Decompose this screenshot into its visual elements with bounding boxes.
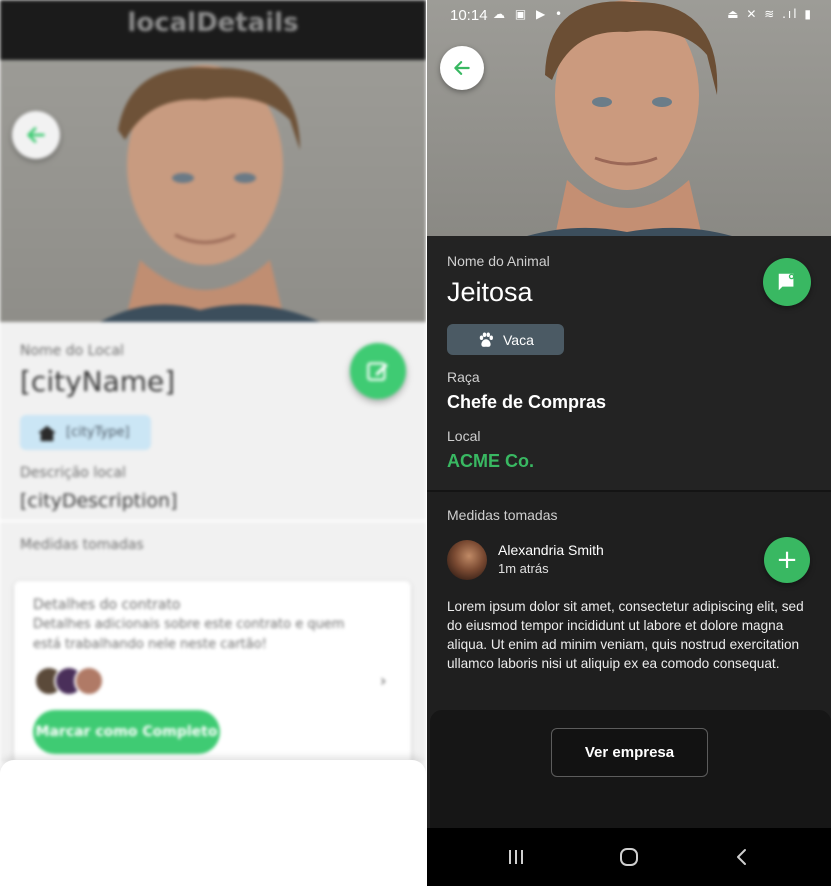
description-value: [cityDescription] bbox=[20, 490, 178, 512]
breed-label: Raça bbox=[447, 369, 480, 385]
mark-complete-button[interactable]: Marcar como Completo bbox=[33, 710, 220, 754]
comment-user-name: Alexandria Smith bbox=[498, 542, 604, 558]
navigation-bar bbox=[427, 828, 831, 886]
city-name: [cityName] bbox=[20, 365, 176, 398]
paw-icon bbox=[479, 332, 493, 347]
status-time: 10:14 bbox=[450, 7, 488, 24]
back-button[interactable] bbox=[440, 46, 484, 90]
animal-type-chip: Vaca bbox=[447, 324, 564, 355]
left-screen-preview: localDetails Nome do Local [cityName] [c… bbox=[0, 0, 426, 886]
avatar bbox=[447, 540, 487, 580]
contract-title: Detalhes do contrato bbox=[33, 597, 181, 613]
contract-card[interactable]: Detalhes do contrato Detalhes adicionais… bbox=[14, 581, 411, 766]
measures-label: Medidas tomadas bbox=[447, 507, 558, 523]
chevron-right-icon[interactable]: › bbox=[380, 671, 386, 690]
arrow-left-icon bbox=[27, 127, 45, 143]
bottom-sheet bbox=[0, 760, 426, 886]
view-company-button[interactable]: Ver empresa bbox=[551, 728, 708, 777]
recent-apps-icon bbox=[509, 850, 523, 864]
avatar bbox=[74, 666, 104, 696]
comment-text: Lorem ipsum dolor sit amet, consectetur … bbox=[447, 599, 804, 671]
app-bar: localDetails bbox=[0, 0, 426, 60]
back-nav-button[interactable] bbox=[712, 828, 772, 886]
status-bar: 10:14 ☁ ▣ ▶ • ⏏ ✕ ≋ .ıl ▮ bbox=[427, 0, 831, 32]
notification-icons: ☁ ▣ ▶ • bbox=[493, 7, 566, 21]
contract-description: Detalhes adicionais sobre este contrato … bbox=[33, 617, 345, 652]
right-screen: 10:14 ☁ ▣ ▶ • ⏏ ✕ ≋ .ıl ▮ Nome do Animal… bbox=[427, 0, 831, 886]
portrait-image bbox=[527, 0, 732, 236]
breed-value: Chefe de Compras bbox=[447, 392, 607, 412]
home-button[interactable] bbox=[599, 828, 659, 886]
home-circle-icon bbox=[620, 848, 638, 866]
description-label: Descrição local bbox=[20, 465, 126, 481]
edit-icon bbox=[367, 362, 388, 381]
header-photo bbox=[427, 0, 831, 236]
plus-icon: + bbox=[776, 545, 798, 575]
location-label: Local bbox=[447, 428, 481, 444]
animal-name: Jeitosa bbox=[447, 277, 533, 307]
measures-label: Medidas tomadas bbox=[20, 537, 144, 553]
add-measure-button[interactable]: + bbox=[764, 537, 810, 583]
flag-icon bbox=[778, 273, 795, 291]
avatar-group bbox=[34, 666, 106, 696]
report-button[interactable] bbox=[763, 258, 811, 306]
back-button[interactable] bbox=[12, 111, 60, 159]
arrow-left-icon bbox=[454, 61, 470, 75]
recent-apps-button[interactable] bbox=[486, 828, 546, 886]
location-value: ACME Co. bbox=[447, 451, 534, 471]
city-type-chip: [cityType] bbox=[20, 415, 151, 450]
home-icon bbox=[38, 425, 56, 441]
blurred-content: localDetails Nome do Local [cityName] [c… bbox=[0, 0, 426, 886]
animal-label: Nome do Animal bbox=[447, 253, 550, 269]
system-icons: ⏏ ✕ ≋ .ıl ▮ bbox=[727, 7, 813, 21]
comment-time: 1m atrás bbox=[498, 561, 549, 576]
header-photo bbox=[0, 60, 426, 322]
portrait-image bbox=[100, 65, 320, 322]
chevron-left-icon bbox=[737, 849, 746, 865]
city-label: Nome do Local bbox=[20, 343, 124, 359]
edit-button[interactable] bbox=[350, 343, 406, 399]
app-title: localDetails bbox=[127, 8, 299, 38]
city-type-text: [cityType] bbox=[66, 425, 130, 440]
animal-type-text: Vaca bbox=[503, 331, 534, 348]
